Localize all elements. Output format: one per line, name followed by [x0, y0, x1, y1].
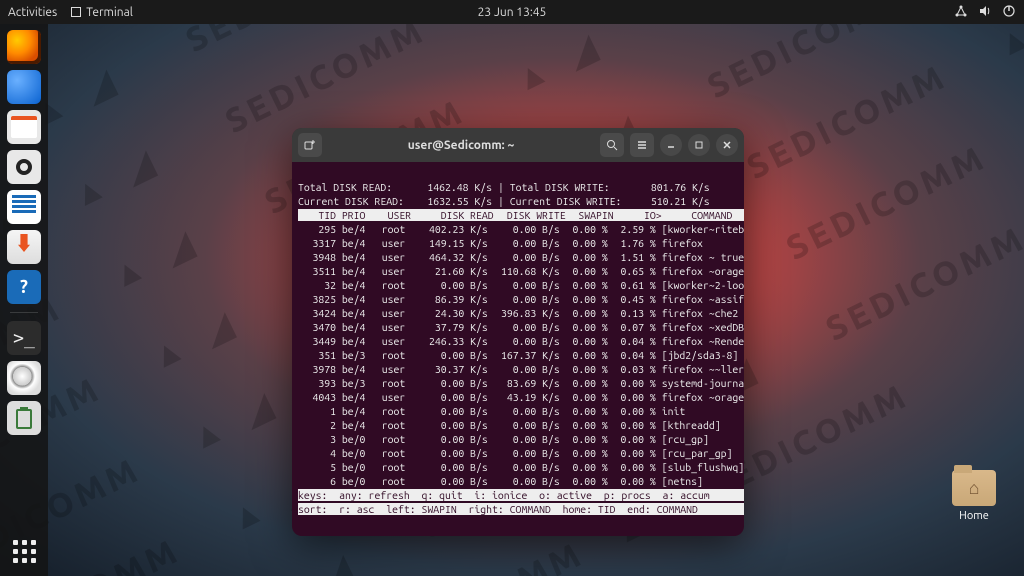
table-row: 3978 be/4 user30.37 K/s0.00 B/s0.00 %0.0…: [298, 362, 738, 376]
table-row: 4043 be/4 user0.00 B/s43.19 K/s0.00 %0.0…: [298, 390, 738, 404]
terminal-indicator-icon: [71, 7, 81, 17]
clock[interactable]: 23 Jun 13:45: [478, 6, 547, 19]
home-label: Home: [944, 510, 1004, 522]
iotop-footer: keys: any: refresh q: quit i: ionice o: …: [298, 489, 744, 515]
folder-icon: [952, 470, 996, 506]
new-tab-button[interactable]: [298, 133, 322, 157]
table-row: 3825 be/4 user86.39 K/s0.00 B/s0.00 %0.4…: [298, 292, 738, 306]
window-titlebar[interactable]: user@Sedicomm: ~: [292, 128, 744, 162]
app-menu[interactable]: Terminal: [71, 6, 133, 19]
close-button[interactable]: [716, 134, 738, 156]
activities-button[interactable]: Activities: [8, 6, 57, 19]
firefox-launcher[interactable]: [7, 30, 41, 64]
table-row: 3470 be/4 user37.79 K/s0.00 B/s0.00 %0.0…: [298, 320, 738, 334]
table-row: 1 be/4 root0.00 B/s0.00 B/s0.00 %0.00 %i…: [298, 404, 738, 418]
table-row: 32 be/4 root0.00 B/s0.00 B/s0.00 %0.61 %…: [298, 278, 738, 292]
disc-launcher[interactable]: [7, 361, 41, 395]
help-launcher[interactable]: ?: [7, 270, 41, 304]
table-row: 2 be/4 root0.00 B/s0.00 B/s0.00 %0.00 %[…: [298, 418, 738, 432]
table-row: 3511 be/4 user21.60 K/s110.68 K/s0.00 %0…: [298, 264, 738, 278]
volume-icon[interactable]: [978, 4, 992, 21]
table-row: 5 be/0 root0.00 B/s0.00 B/s0.00 %0.00 %[…: [298, 460, 738, 474]
power-icon[interactable]: [1002, 4, 1016, 21]
table-row: 4 be/0 root0.00 B/s0.00 B/s0.00 %0.00 %[…: [298, 446, 738, 460]
table-row: 3317 be/4 user149.15 K/s0.00 B/s0.00 %1.…: [298, 236, 738, 250]
dock: ? >_: [0, 24, 48, 576]
app-menu-label: Terminal: [86, 6, 133, 19]
table-row: 351 be/3 root0.00 B/s167.37 K/s0.00 %0.0…: [298, 348, 738, 362]
iotop-summary: Total DISK READ: 1462.48 K/s | Total DIS…: [298, 181, 710, 207]
terminal-output[interactable]: Total DISK READ: 1462.48 K/s | Total DIS…: [292, 162, 744, 536]
iotop-rows: 295 be/4 root402.23 K/s0.00 B/s0.00 %2.5…: [298, 222, 738, 488]
table-row: 6 be/0 root0.00 B/s0.00 B/s0.00 %0.00 %[…: [298, 474, 738, 488]
home-desktop-icon[interactable]: Home: [944, 470, 1004, 522]
search-button[interactable]: [600, 133, 624, 157]
thunderbird-launcher[interactable]: [7, 70, 41, 104]
top-bar: Activities Terminal 23 Jun 13:45: [0, 0, 1024, 24]
table-row: 393 be/3 root0.00 B/s83.69 K/s0.00 %0.00…: [298, 376, 738, 390]
minimize-button[interactable]: [660, 134, 682, 156]
maximize-button[interactable]: [688, 134, 710, 156]
terminal-launcher[interactable]: >_: [7, 321, 41, 355]
show-applications-button[interactable]: [7, 534, 41, 568]
rhythmbox-launcher[interactable]: [7, 150, 41, 184]
hamburger-menu-button[interactable]: [630, 133, 654, 157]
files-launcher[interactable]: [7, 110, 41, 144]
table-row: 3 be/0 root0.00 B/s0.00 B/s0.00 %0.00 %[…: [298, 432, 738, 446]
terminal-window: user@Sedicomm: ~ Total DISK READ: 1462.4…: [292, 128, 744, 536]
network-icon[interactable]: [954, 4, 968, 21]
table-row: 3449 be/4 user246.33 K/s0.00 B/s0.00 %0.…: [298, 334, 738, 348]
iotop-header-row: TID PRIO USERDISK READDISK WRITESWAPINIO…: [298, 209, 744, 221]
ubuntu-software-launcher[interactable]: [7, 230, 41, 264]
table-row: 295 be/4 root402.23 K/s0.00 B/s0.00 %2.5…: [298, 222, 738, 236]
trash-launcher[interactable]: [7, 401, 41, 435]
table-row: 3424 be/4 user24.30 K/s396.83 K/s0.00 %0…: [298, 306, 738, 320]
table-row: 3948 be/4 user464.32 K/s0.00 B/s0.00 %1.…: [298, 250, 738, 264]
libreoffice-writer-launcher[interactable]: [7, 190, 41, 224]
dock-separator: [10, 312, 38, 313]
window-title: user@Sedicomm: ~: [328, 139, 594, 152]
